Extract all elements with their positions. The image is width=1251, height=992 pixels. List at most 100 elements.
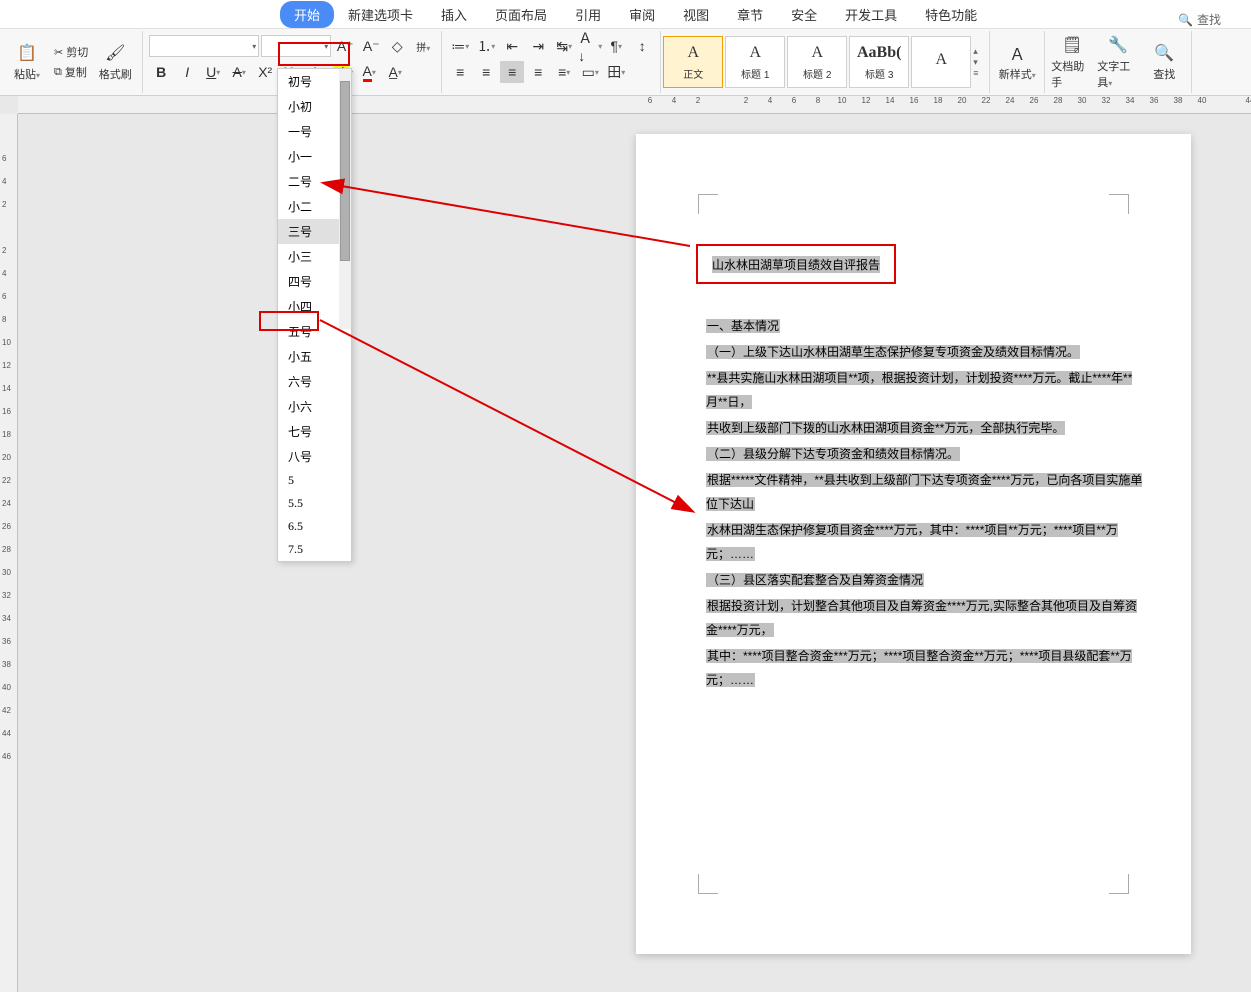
tab-features[interactable]: 特色功能 <box>911 1 991 28</box>
newstyle-group: Ａ 新样式▾ <box>990 31 1045 93</box>
title-highlight-box: 山水林田湖草项目绩效自评报告 <box>696 244 896 284</box>
find-icon: 🔍 <box>1153 42 1175 64</box>
new-style-button[interactable]: Ａ 新样式▾ <box>996 33 1038 91</box>
fontsize-option[interactable]: 七号 <box>278 419 351 444</box>
fontsize-option[interactable]: 6.5 <box>278 515 351 538</box>
copy-button[interactable]: ⧉复制 <box>52 63 90 81</box>
doc-line[interactable]: （二）县级分解下达专项资金和绩效目标情况。 <box>706 442 1143 466</box>
indent-dec-button[interactable]: ⇤ <box>500 35 524 57</box>
align-center-button[interactable]: ≡ <box>474 61 498 83</box>
margin-corner <box>698 874 718 894</box>
fontsize-option[interactable]: 5 <box>278 469 351 492</box>
superscript-button[interactable]: X² <box>253 61 277 83</box>
text-tools-button[interactable]: 🔧 文字工具▾ <box>1097 33 1139 91</box>
strikethrough-button[interactable]: A▾ <box>227 61 251 83</box>
ribbon: 📋 粘贴▾ ✂剪切 ⧉复制 🖌 格式刷 ▾ ▾ A⁺ A⁻ ◇ 拼▾ B I <box>0 28 1251 96</box>
tools-group: 🗒 文档助手 🔧 文字工具▾ 🔍 查找 <box>1045 31 1192 93</box>
tab-view[interactable]: 视图 <box>669 1 723 28</box>
underline-button[interactable]: U▾ <box>201 61 225 83</box>
shrink-font-icon[interactable]: A⁻ <box>359 35 383 57</box>
vertical-ruler[interactable]: 6422468101214161820222426283032343638404… <box>0 114 18 992</box>
font-size-dropdown: 初号小初一号小一二号小二三号小三四号小四五号小五六号小六七号八号55.56.57… <box>277 68 352 562</box>
style-cell[interactable]: A正文 <box>663 36 723 88</box>
tab-devtools[interactable]: 开发工具 <box>831 1 911 28</box>
format-painter-button[interactable]: 🖌 格式刷 <box>94 33 136 91</box>
font-size-combo[interactable]: ▾ <box>261 35 331 57</box>
doc-line[interactable]: （三）县区落实配套整合及自筹资金情况 <box>706 568 1143 592</box>
paste-icon: 📋 <box>16 42 38 64</box>
search-box[interactable]: 🔍查找 <box>1178 11 1221 28</box>
para-shading-button[interactable]: ▭▾ <box>578 61 602 83</box>
horizontal-ruler[interactable]: 6422468101214161820222426283032343638404… <box>18 96 1251 114</box>
doc-line[interactable]: 水林田湖生态保护修复项目资金****万元，其中：****项目**万元；****项… <box>706 518 1143 566</box>
workzone: 6422468101214161820222426283032343638404… <box>0 96 1251 992</box>
search-icon: 🔍 <box>1178 13 1193 27</box>
style-cell[interactable]: A <box>911 36 971 88</box>
clipboard-group: 📋 粘贴▾ ✂剪切 ⧉复制 🖌 格式刷 <box>0 31 143 93</box>
margin-corner <box>1109 874 1129 894</box>
doc-line[interactable]: 共收到上级部门下拨的山水林田湖项目资金**万元，全部执行完毕。 <box>706 416 1143 440</box>
tab-pagelayout[interactable]: 页面布局 <box>481 1 561 28</box>
fontsize-option[interactable]: 八号 <box>278 444 351 469</box>
doc-assist-button[interactable]: 🗒 文档助手 <box>1051 33 1093 91</box>
align-justify-button[interactable]: ≡ <box>500 61 524 83</box>
doc-line[interactable]: 其中：****项目整合资金***万元；****项目整合资金**万元；****项目… <box>706 644 1143 692</box>
tab-stops-button[interactable]: ↹▾ <box>552 35 576 57</box>
newstyle-icon: Ａ <box>1006 42 1028 64</box>
bold-button[interactable]: B <box>149 61 173 83</box>
paragraph-group: ≔▾ ⒈▾ ⇤ ⇥ ↹▾ Ａ↓▾ ¶▾ ↕ ≡ ≡ ≡ ≡ ≡▾ ▭▾ 田▾ <box>442 31 661 93</box>
tab-insert[interactable]: 插入 <box>427 1 481 28</box>
tab-newtab[interactable]: 新建选项卡 <box>334 1 427 28</box>
tab-reference[interactable]: 引用 <box>561 1 615 28</box>
margin-corner <box>698 194 718 214</box>
paste-button[interactable]: 📋 粘贴▾ <box>6 33 48 91</box>
scissors-icon: ✂ <box>54 46 63 59</box>
fontsize-option[interactable]: 7.5 <box>278 538 351 561</box>
align-right-button[interactable]: ≡ <box>526 61 550 83</box>
pinyin-icon[interactable]: 拼▾ <box>411 35 435 57</box>
style-cell[interactable]: A标题 1 <box>725 36 785 88</box>
doc-line[interactable]: **县共实施山水林田湖项目**项，根据投资计划，计划投资****万元。截止***… <box>706 366 1143 414</box>
fontsize-option[interactable]: 小六 <box>278 394 351 419</box>
border-button[interactable]: 田▾ <box>604 61 628 83</box>
font-color-button[interactable]: A▾ <box>357 61 381 83</box>
tab-chapter[interactable]: 章节 <box>723 1 777 28</box>
dropdown-scrollbar[interactable] <box>339 69 351 329</box>
doc-line[interactable]: 一、基本情况 <box>706 314 1143 338</box>
find-button[interactable]: 🔍 查找 <box>1143 33 1185 91</box>
style-cell[interactable]: A标题 2 <box>787 36 847 88</box>
clear-format-icon[interactable]: ◇ <box>385 35 409 57</box>
copy-icon: ⧉ <box>54 66 62 79</box>
doc-line[interactable]: （一）上级下达山水林田湖草生态保护修复专项资金及绩效目标情况。 <box>706 340 1143 364</box>
grow-font-icon[interactable]: A⁺ <box>333 35 357 57</box>
fontsize-option[interactable]: 六号 <box>278 369 351 394</box>
tab-security[interactable]: 安全 <box>777 1 831 28</box>
cut-button[interactable]: ✂剪切 <box>52 43 90 61</box>
doc-line[interactable]: 根据投资计划，计划整合其他项目及自筹资金****万元,实际整合其他项目及自筹资金… <box>706 594 1143 642</box>
tab-review[interactable]: 审阅 <box>615 1 669 28</box>
brush-icon: 🖌 <box>104 42 126 64</box>
doc-body[interactable]: 一、基本情况（一）上级下达山水林田湖草生态保护修复专项资金及绩效目标情况。**县… <box>706 314 1143 694</box>
line-spacing-button[interactable]: ↕ <box>630 35 654 57</box>
italic-button[interactable]: I <box>175 61 199 83</box>
texttools-icon: 🔧 <box>1107 34 1129 56</box>
sort-button[interactable]: Ａ↓▾ <box>578 35 602 57</box>
fontsize-option[interactable]: 小五 <box>278 344 351 369</box>
align-left-button[interactable]: ≡ <box>448 61 472 83</box>
doc-title[interactable]: 山水林田湖草项目绩效自评报告 <box>712 256 880 273</box>
quick-access-toolbar: ≡ 文件▾ 💾 🗎 🖶 🔍 ↶▾ ↷▾ 开始 新建选项卡 插入 页面布局 引用 … <box>0 0 1251 28</box>
style-gallery-more[interactable]: ▴▾≡ <box>973 46 987 78</box>
fontsize-option[interactable]: 5.5 <box>278 492 351 515</box>
font-name-combo[interactable]: ▾ <box>149 35 259 57</box>
style-cell[interactable]: AaBb(标题 3 <box>849 36 909 88</box>
document-page[interactable]: 山水林田湖草项目绩效自评报告 一、基本情况（一）上级下达山水林田湖草生态保护修复… <box>636 134 1191 954</box>
char-shading-button[interactable]: A̲▾ <box>383 61 407 83</box>
show-marks-button[interactable]: ¶▾ <box>604 35 628 57</box>
margin-corner <box>1109 194 1129 214</box>
tab-start[interactable]: 开始 <box>280 1 334 28</box>
bullet-list-button[interactable]: ≔▾ <box>448 35 472 57</box>
number-list-button[interactable]: ⒈▾ <box>474 35 498 57</box>
indent-inc-button[interactable]: ⇥ <box>526 35 550 57</box>
align-distrib-button[interactable]: ≡▾ <box>552 61 576 83</box>
doc-line[interactable]: 根据*****文件精神，**县共收到上级部门下达专项资金****万元，已向各项目… <box>706 468 1143 516</box>
